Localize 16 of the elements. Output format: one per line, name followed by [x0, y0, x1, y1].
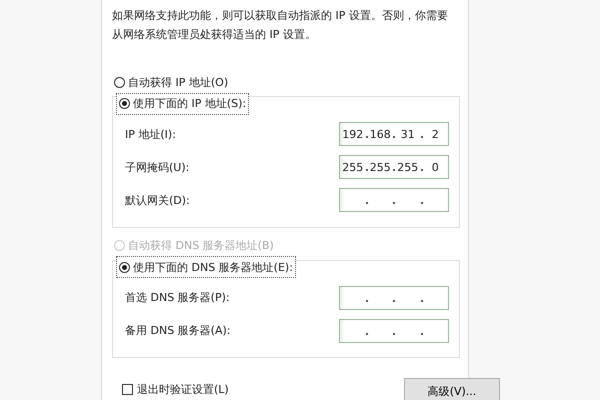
field-label: 首选 DNS 服务器(P):	[124, 290, 230, 305]
validate-checkbox[interactable]: 退出时验证设置(L)	[122, 382, 229, 396]
ip-address-field[interactable]: 192 168 31 2	[339, 122, 449, 146]
ip-address-field[interactable]: 255 255 255 0	[339, 155, 449, 179]
radio-option[interactable]: 使用下面的 DNS 服务器地址(E):	[117, 257, 295, 277]
radio-option[interactable]: 使用下面的 IP 地址(S):	[117, 94, 248, 114]
field-label: 备用 DNS 服务器(A):	[124, 323, 230, 338]
field-label: 默认网关(D):	[124, 192, 190, 208]
field-label: 子网掩码(U):	[124, 160, 190, 174]
field-label: IP 地址(I):	[124, 126, 176, 142]
advanced-button[interactable]: 高级(V)...	[404, 378, 500, 400]
description-text: 如果网络支持此功能，则可以获取自动指派的 IP 设置。否则，你需要从网络系统管理员处获得适当的 IP 设置。	[112, 8, 449, 43]
ip-address-field[interactable]	[339, 188, 449, 212]
radio-option[interactable]: 自动获得 IP 地址(O)	[112, 72, 230, 92]
ip-address-field[interactable]	[339, 286, 449, 310]
ip-address-field[interactable]	[339, 318, 449, 342]
